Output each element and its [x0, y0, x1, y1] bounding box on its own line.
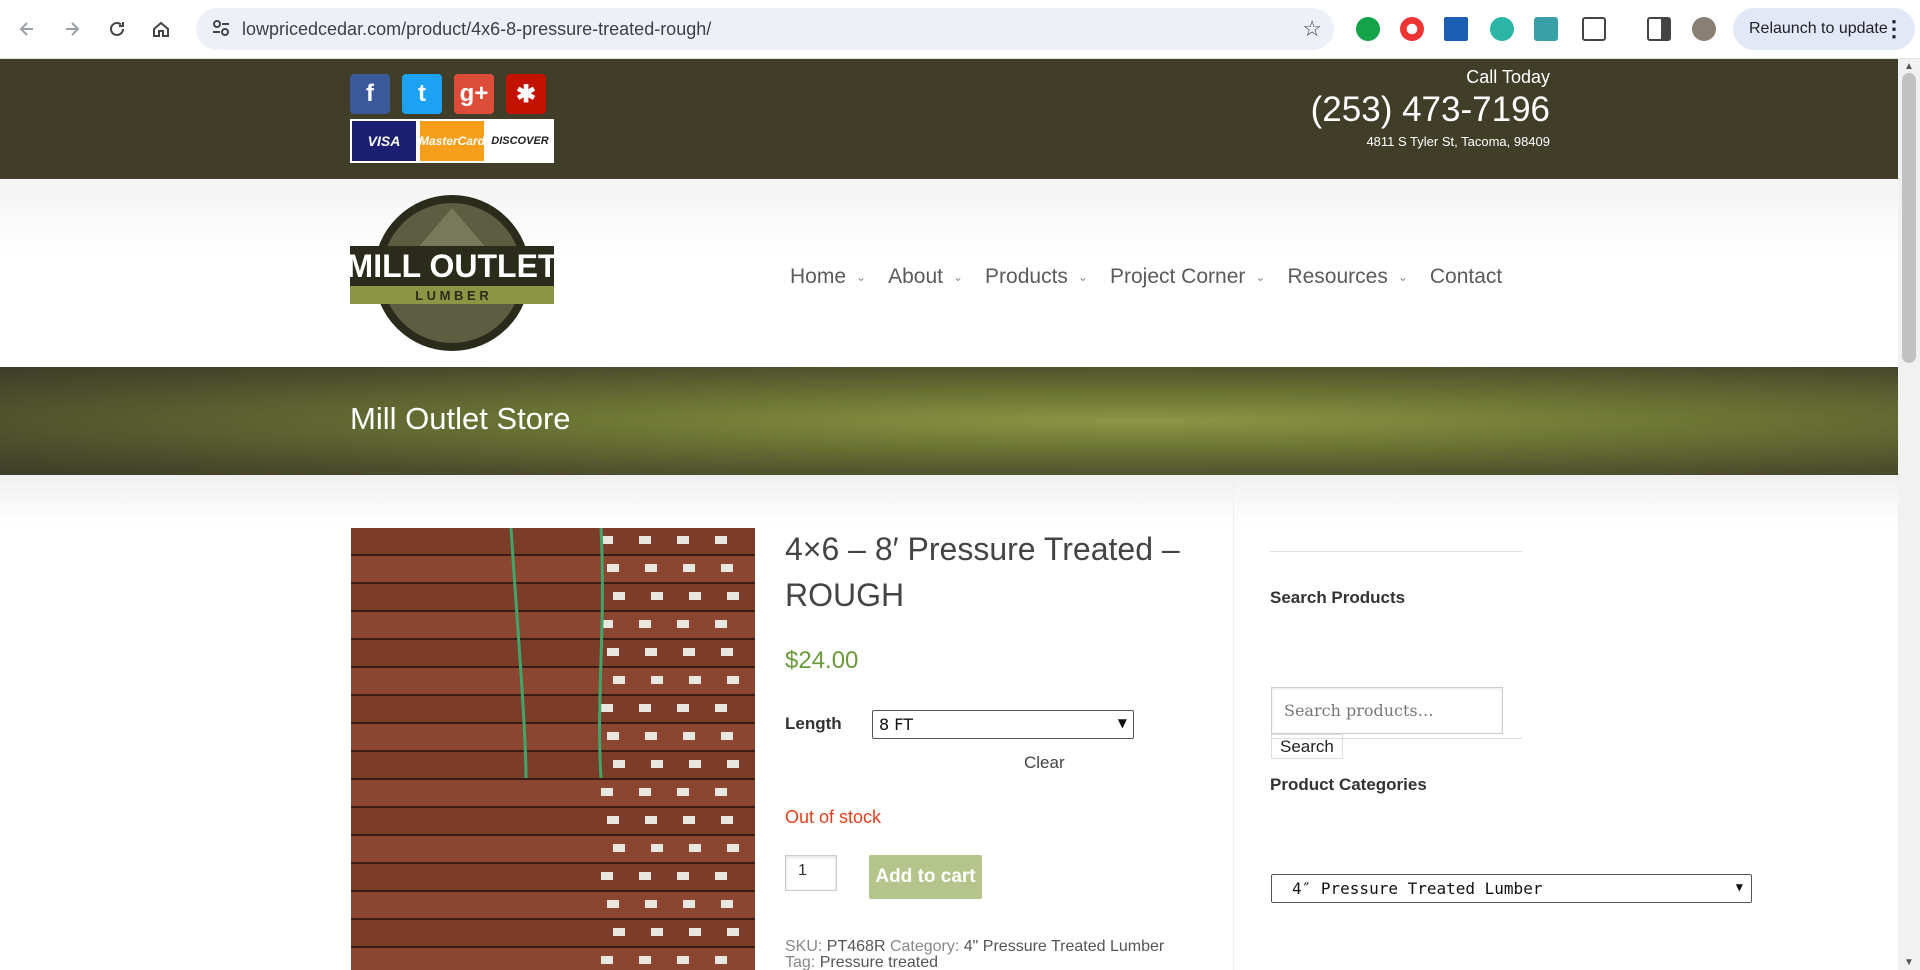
sidebar-divider — [1233, 476, 1234, 970]
product-title: 4×6 – 8′ Pressure Treated – ROUGH — [785, 531, 1180, 613]
logo-subtext: L U M B E R — [415, 288, 489, 303]
menu-item-products[interactable]: Products ⌄ — [985, 265, 1088, 289]
category-label: Category: — [889, 938, 960, 955]
category-link[interactable]: 4" Pressure Treated Lumber — [964, 938, 1164, 955]
profile-avatar[interactable] — [1692, 17, 1716, 41]
facebook-icon[interactable]: f — [350, 74, 390, 114]
menu-dots-icon[interactable]: ⋮ — [1883, 16, 1905, 42]
menu-item-label: Contact — [1429, 265, 1503, 288]
menu-item-label: Resources — [1287, 265, 1388, 288]
web-page: f t g+ ✱ VISA MasterCard DISCOVER Call Toda… — [0, 59, 1898, 970]
stock-status: Out of stock — [785, 807, 882, 827]
category-select-value: 4″ Pressure Treated Lumber — [1292, 879, 1543, 898]
top-bar: f t g+ ✱ VISA MasterCard DISCOVER Call Toda… — [0, 59, 1898, 179]
chart-extension-icon[interactable] — [1444, 17, 1468, 41]
chevron-down-icon: ⌄ — [1255, 270, 1266, 284]
search-input[interactable]: Search products… — [1271, 687, 1503, 734]
product-price: $24.00 — [785, 647, 859, 674]
product-meta: SKU: PT468R Category: 4" Pressure Treate… — [785, 939, 1164, 970]
extension-icon-2[interactable] — [1534, 17, 1558, 41]
relaunch-button[interactable]: Relaunch to update ⋮ — [1733, 8, 1915, 50]
extension-icon[interactable] — [1490, 17, 1514, 41]
relaunch-label: Relaunch to update — [1749, 20, 1888, 37]
bookmark-star-icon[interactable]: ☆ — [1302, 16, 1322, 42]
add-to-cart-button[interactable]: Add to cart — [869, 855, 982, 899]
menu-item-about[interactable]: About ⌄ — [888, 265, 963, 289]
search-products-title: Search Products — [1270, 588, 1406, 607]
main-menu: Home ⌄ About ⌄ Products ⌄ Project Corner ⌄ Resou… — [790, 265, 1502, 289]
chevron-down-icon: ⌄ — [952, 270, 964, 284]
yelp-icon[interactable]: ✱ — [506, 74, 546, 114]
mastercard-logo: MasterCard — [419, 121, 485, 161]
menu-item-label: Products — [985, 265, 1068, 288]
menu-item-home[interactable]: Home ⌄ — [790, 265, 866, 289]
browser-toolbar: lowpricedcedar.com/product/4x6-8-pressur… — [0, 0, 1920, 59]
length-select[interactable]: 8 FT ▼ — [872, 710, 1134, 739]
extensions-puzzle-icon[interactable] — [1582, 17, 1606, 41]
google-plus-icon[interactable]: g+ — [454, 74, 494, 114]
length-value: 8 FT — [879, 715, 913, 734]
sidebar-rule-2 — [1270, 738, 1522, 739]
side-panel-icon[interactable] — [1647, 17, 1671, 41]
site-header: MILL OUTLET L U M B E R Home ⌄ About ⌄ Produ… — [0, 180, 1898, 367]
address-bar[interactable]: lowpricedcedar.com/product/4x6-8-pressur… — [196, 8, 1334, 50]
tag-label: Tag: — [785, 954, 816, 970]
scroll-down-icon[interactable]: ▼ — [1904, 957, 1914, 968]
menu-item-resources[interactable]: Resources ⌄ — [1287, 265, 1407, 289]
site-settings-icon[interactable] — [210, 17, 232, 39]
call-label: Call Today — [1466, 67, 1550, 87]
product-categories-title: Product Categories — [1270, 775, 1427, 794]
menu-item-contact[interactable]: Contact — [1430, 265, 1502, 289]
address: 4811 S Tyler St, Tacoma, 98409 — [1366, 134, 1550, 149]
banner-title: Mill Outlet Store — [350, 401, 571, 436]
sku-value: PT468R — [826, 938, 886, 955]
chevron-down-icon: ⌄ — [1397, 270, 1408, 284]
logo-text: MILL OUTLET — [350, 248, 554, 284]
twitter-icon[interactable]: t — [402, 74, 442, 114]
sidebar-rule — [1270, 551, 1522, 552]
scrollbar-thumb[interactable] — [1902, 73, 1916, 363]
menu-item-project-corner[interactable]: Project Corner ⌄ — [1110, 265, 1265, 289]
product-image[interactable] — [351, 528, 755, 970]
back-icon[interactable] — [12, 14, 42, 44]
pokeball-extension-icon[interactable] — [1400, 17, 1424, 41]
contact-info: Call Today (253) 473-7196 4811 S Tyler S… — [1311, 67, 1550, 149]
visa-logo: VISA — [352, 121, 416, 161]
length-label: Length — [785, 714, 842, 733]
url-text: lowpricedcedar.com/product/4x6-8-pressur… — [242, 19, 712, 39]
phone-number[interactable]: (253) 473-7196 — [1311, 90, 1550, 130]
sku-label: SKU: — [785, 938, 823, 955]
chevron-down-icon: ▼ — [1735, 880, 1743, 894]
menu-item-label: Home — [790, 265, 847, 288]
reload-icon[interactable] — [102, 14, 132, 44]
grammarly-extension-icon[interactable] — [1356, 17, 1380, 41]
menu-item-label: About — [888, 265, 943, 288]
chevron-down-icon: ⌄ — [856, 270, 867, 284]
chevron-down-icon: ▼ — [1117, 716, 1127, 730]
menu-item-label: Project Corner — [1109, 265, 1246, 288]
home-icon[interactable] — [146, 14, 176, 44]
payment-cards: VISA MasterCard DISCOVER — [350, 119, 554, 163]
discover-logo: DISCOVER — [488, 121, 552, 161]
tag-link[interactable]: Pressure treated — [820, 954, 938, 970]
scrollbar[interactable]: ▲ ▼ — [1898, 59, 1920, 970]
quantity-input[interactable]: 1 — [785, 855, 837, 891]
category-select[interactable]: 4″ Pressure Treated Lumber ▼ — [1271, 874, 1752, 903]
scroll-up-icon[interactable]: ▲ — [1904, 61, 1914, 72]
clear-link[interactable]: Clear — [1024, 753, 1065, 773]
mill-outlet-logo[interactable]: MILL OUTLET L U M B E R — [350, 194, 554, 352]
forward-icon[interactable] — [57, 14, 87, 44]
chevron-down-icon: ⌄ — [1077, 270, 1088, 284]
page-banner: Mill Outlet Store — [0, 367, 1898, 475]
social-links: f t g+ ✱ — [350, 74, 546, 114]
